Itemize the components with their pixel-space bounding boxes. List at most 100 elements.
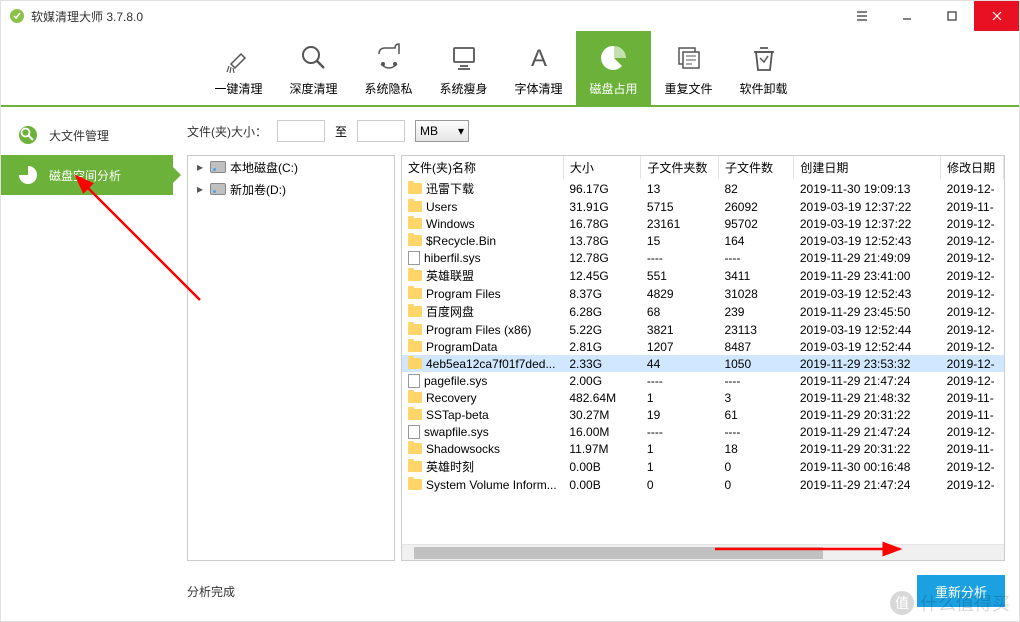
cell-created: 2019-11-30 00:16:48 [794, 457, 941, 476]
titlebar: 软媒清理大师 3.7.8.0 [1, 1, 1019, 31]
uninstall-icon [746, 40, 782, 76]
folder-icon [408, 201, 422, 212]
folder-icon [408, 443, 422, 454]
toolbar-uninstall[interactable]: 软件卸载 [726, 31, 801, 105]
toolbar-label: 深度清理 [289, 80, 337, 97]
cell-folders: 3821 [641, 321, 719, 338]
folder-icon [408, 306, 422, 317]
panes: ▸本地磁盘(C:)▸新加卷(D:) 文件(夹)名称大小子文件夹数子文件数创建日期… [187, 155, 1005, 561]
cell-size: 96.17G [563, 179, 641, 198]
menu-button[interactable] [839, 1, 884, 31]
maximize-button[interactable] [929, 1, 974, 31]
cell-modified: 2019-12- [941, 338, 1004, 355]
horizontal-scrollbar[interactable] [402, 544, 1004, 560]
drive-tree[interactable]: ▸本地磁盘(C:)▸新加卷(D:) [187, 155, 395, 561]
close-button[interactable] [974, 1, 1019, 31]
size-max-input[interactable] [357, 120, 405, 142]
column-header[interactable]: 修改日期 [941, 156, 1004, 179]
expander-icon[interactable]: ▸ [194, 183, 206, 195]
table-row[interactable]: 迅雷下载96.17G13822019-11-30 19:09:132019-12… [402, 179, 1004, 198]
file-name: 英雄时刻 [426, 458, 474, 475]
cell-files: 26092 [718, 198, 793, 215]
unit-select[interactable]: MB ▾ [415, 120, 469, 142]
table-row[interactable]: Program Files (x86)5.22G3821231132019-03… [402, 321, 1004, 338]
size-min-input[interactable] [277, 120, 325, 142]
app-window: 软媒清理大师 3.7.8.0 一键清理 深度清理系统隐私系统瘦身A字体清理磁盘占用… [0, 0, 1020, 622]
cell-size: 482.64M [563, 389, 641, 406]
table-row[interactable]: Recovery482.64M132019-11-29 21:48:322019… [402, 389, 1004, 406]
sidebar-item-disk-space[interactable]: 磁盘空间分析 [1, 155, 173, 195]
dup-files-icon [671, 40, 707, 76]
toolbar-disk-usage[interactable]: 磁盘占用 [576, 31, 651, 105]
filter-to: 至 [335, 123, 347, 140]
table-row[interactable]: Windows16.78G23161957022019-03-19 12:37:… [402, 215, 1004, 232]
cell-files: 3 [718, 389, 793, 406]
table-row[interactable]: 4eb5ea12ca7f01f7ded...2.33G4410502019-11… [402, 355, 1004, 372]
table-row[interactable]: swapfile.sys16.00M--------2019-11-29 21:… [402, 423, 1004, 440]
file-table-pane: 文件(夹)名称大小子文件夹数子文件数创建日期修改日期 迅雷下载96.17G138… [401, 155, 1005, 561]
table-row[interactable]: $Recycle.Bin13.78G151642019-03-19 12:52:… [402, 232, 1004, 249]
table-row[interactable]: System Volume Inform...0.00B002019-11-29… [402, 476, 1004, 493]
toolbar-deep-clean[interactable]: 深度清理 [276, 31, 351, 105]
column-header[interactable]: 子文件夹数 [641, 156, 719, 179]
cell-folders: ---- [641, 423, 719, 440]
cell-files: 239 [718, 302, 793, 321]
folder-icon [408, 218, 422, 229]
table-row[interactable]: Users31.91G5715260922019-03-19 12:37:222… [402, 198, 1004, 215]
table-row[interactable]: Program Files8.37G4829310282019-03-19 12… [402, 285, 1004, 302]
toolbar-system-privacy[interactable]: 系统隐私 [351, 31, 426, 105]
cell-created: 2019-11-29 20:31:22 [794, 440, 941, 457]
cell-size: 2.33G [563, 355, 641, 372]
window-title: 软媒清理大师 3.7.8.0 [31, 8, 143, 25]
column-header[interactable]: 创建日期 [794, 156, 941, 179]
cell-modified: 2019-12- [941, 372, 1004, 389]
table-row[interactable]: 英雄联盟12.45G55134112019-11-29 23:41:002019… [402, 266, 1004, 285]
table-row[interactable]: 百度网盘6.28G682392019-11-29 23:45:502019-12… [402, 302, 1004, 321]
table-row[interactable]: Shadowsocks11.97M1182019-11-29 20:31:222… [402, 440, 1004, 457]
minimize-button[interactable] [884, 1, 929, 31]
toolbar-label: 重复文件 [664, 80, 712, 97]
column-header[interactable]: 大小 [563, 156, 641, 179]
toolbar-dup-files[interactable]: 重复文件 [651, 31, 726, 105]
status-row: 分析完成 重新分析 [187, 561, 1005, 609]
cell-modified: 2019-12- [941, 232, 1004, 249]
cell-created: 2019-11-29 21:47:24 [794, 476, 941, 493]
column-header[interactable]: 子文件数 [718, 156, 793, 179]
toolbar-font-clean[interactable]: A字体清理 [501, 31, 576, 105]
toolbar-one-click-clean[interactable]: 一键清理 [201, 31, 276, 105]
cell-folders: 0 [641, 476, 719, 493]
cell-modified: 2019-12- [941, 355, 1004, 372]
cell-files: 164 [718, 232, 793, 249]
cell-modified: 2019-12- [941, 476, 1004, 493]
table-row[interactable]: ProgramData2.81G120784872019-03-19 12:52… [402, 338, 1004, 355]
tree-drive-c[interactable]: ▸本地磁盘(C:) [188, 156, 394, 178]
cell-modified: 2019-12- [941, 321, 1004, 338]
file-name: ProgramData [426, 340, 497, 354]
cell-folders: 5715 [641, 198, 719, 215]
table-row[interactable]: SSTap-beta30.27M19612019-11-29 20:31:222… [402, 406, 1004, 423]
table-row[interactable]: pagefile.sys2.00G--------2019-11-29 21:4… [402, 372, 1004, 389]
sidebar-item-large-file[interactable]: 大文件管理 [1, 115, 173, 155]
cell-size: 12.45G [563, 266, 641, 285]
toolbar-system-slim[interactable]: 系统瘦身 [426, 31, 501, 105]
table-scroll[interactable]: 文件(夹)名称大小子文件夹数子文件数创建日期修改日期 迅雷下载96.17G138… [402, 156, 1004, 544]
table-row[interactable]: hiberfil.sys12.78G--------2019-11-29 21:… [402, 249, 1004, 266]
cell-folders: 551 [641, 266, 719, 285]
drive-label: 新加卷(D:) [230, 181, 286, 198]
toolbar-label: 一键清理 [214, 80, 262, 97]
tree-drive-d[interactable]: ▸ 新加卷(D:) [188, 178, 394, 200]
table-row[interactable]: 英雄时刻0.00B102019-11-30 00:16:482019-12- [402, 457, 1004, 476]
folder-icon [408, 341, 422, 352]
cell-files: 95702 [718, 215, 793, 232]
cell-created: 2019-03-19 12:37:22 [794, 215, 941, 232]
font-clean-icon: A [521, 40, 557, 76]
folder-icon [408, 288, 422, 299]
column-header[interactable]: 文件(夹)名称 [402, 156, 563, 179]
expander-icon[interactable]: ▸ [194, 161, 206, 173]
cell-created: 2019-11-29 21:49:09 [794, 249, 941, 266]
cell-folders: 15 [641, 232, 719, 249]
file-name: Program Files [426, 287, 501, 301]
cell-size: 8.37G [563, 285, 641, 302]
cell-created: 2019-11-29 21:48:32 [794, 389, 941, 406]
chevron-down-icon: ▾ [458, 124, 464, 138]
